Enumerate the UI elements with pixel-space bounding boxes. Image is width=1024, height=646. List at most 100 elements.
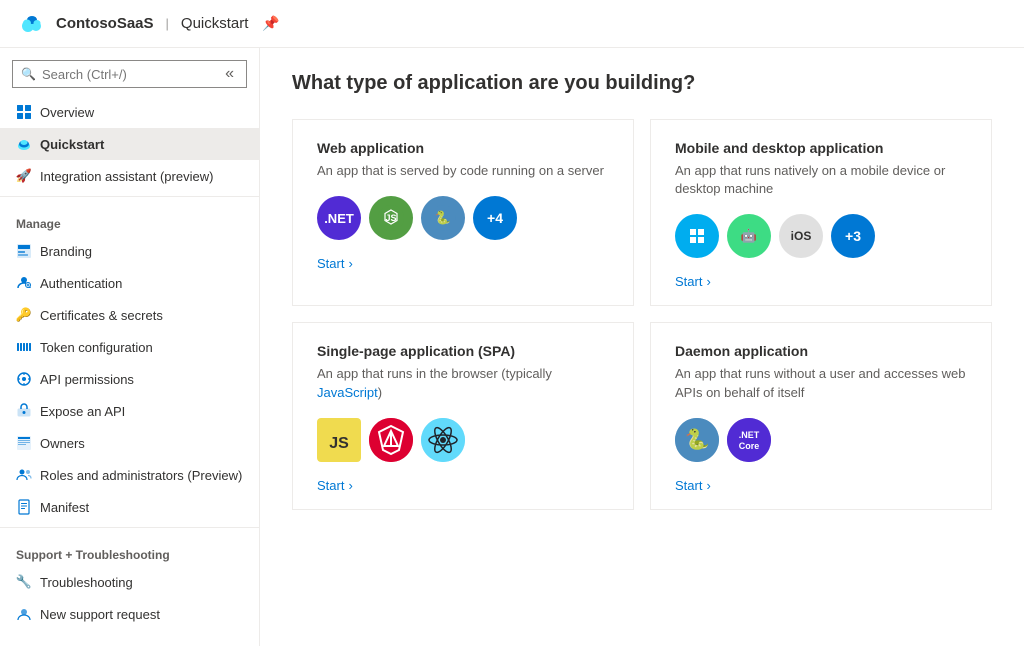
app-container: ContosoSaaS | Quickstart 📌 🔍 « (0, 0, 1024, 646)
start-chevron4: › (706, 478, 710, 493)
react-icon (421, 418, 465, 462)
sidebar-item-authentication[interactable]: Authentication (0, 267, 259, 299)
token-icon (16, 339, 32, 355)
spa-icons: JS (317, 418, 609, 462)
web-app-icons: .NET JS 🐍 (317, 196, 609, 240)
expose-api-icon (16, 403, 32, 419)
angular-icon (369, 418, 413, 462)
api-permissions-label: API permissions (40, 372, 134, 387)
daemon-python-icon: 🐍 (675, 418, 719, 462)
manifest-label: Manifest (40, 500, 89, 515)
web-app-card[interactable]: Web application An app that is served by… (292, 119, 634, 306)
integration-icon: 🚀 (16, 168, 32, 184)
dotnet-icon: .NET (317, 196, 361, 240)
dotnet-core-icon: .NET Core (727, 418, 771, 462)
owners-icon (16, 435, 32, 451)
authentication-label: Authentication (40, 276, 122, 291)
plus4-icon: +4 (473, 196, 517, 240)
search-box[interactable]: 🔍 « (12, 60, 247, 88)
svg-text:.NET: .NET (739, 430, 760, 440)
app-icon (16, 8, 48, 40)
app-name: ContosoSaaS (56, 15, 154, 32)
sidebar-item-overview[interactable]: Overview (0, 96, 259, 128)
branding-icon (16, 243, 32, 259)
support-divider (0, 527, 259, 528)
sidebar-item-branding[interactable]: Branding (0, 235, 259, 267)
quickstart-icon (16, 136, 32, 152)
mobile-desktop-start[interactable]: Start › (675, 274, 967, 289)
svg-text:Core: Core (739, 441, 760, 451)
nodejs-icon: JS (369, 196, 413, 240)
header-separator: | (166, 16, 169, 31)
svg-text:🐍: 🐍 (435, 210, 451, 225)
content-area: What type of application are you buildin… (260, 48, 1024, 646)
token-label: Token configuration (40, 340, 153, 355)
roles-label: Roles and administrators (Preview) (40, 468, 242, 483)
mobile-desktop-card[interactable]: Mobile and desktop application An app th… (650, 119, 992, 306)
svg-text:JS: JS (329, 435, 349, 452)
sidebar-item-manifest[interactable]: Manifest (0, 491, 259, 523)
windows-icon (675, 214, 719, 258)
collapse-button[interactable]: « (221, 65, 238, 83)
android-icon: 🤖 (727, 214, 771, 258)
page-title: What type of application are you buildin… (292, 72, 992, 95)
spa-card[interactable]: Single-page application (SPA) An app tha… (292, 322, 634, 509)
sidebar-item-troubleshooting[interactable]: 🔧 Troubleshooting (0, 566, 259, 598)
integration-label: Integration assistant (preview) (40, 169, 213, 184)
spa-desc: An app that runs in the browser (typical… (317, 365, 609, 401)
pin-icon[interactable]: 📌 (262, 15, 279, 32)
manifest-icon (16, 499, 32, 515)
start-chevron: › (348, 256, 352, 271)
overview-icon (16, 104, 32, 120)
header-page: Quickstart (181, 15, 249, 32)
daemon-start[interactable]: Start › (675, 478, 967, 493)
spa-title: Single-page application (SPA) (317, 343, 609, 359)
manage-divider (0, 196, 259, 197)
sidebar-item-roles[interactable]: Roles and administrators (Preview) (0, 459, 259, 491)
sidebar: 🔍 « Overview (0, 48, 260, 646)
authentication-icon (16, 275, 32, 291)
owners-label: Owners (40, 436, 85, 451)
web-app-start[interactable]: Start › (317, 256, 609, 271)
sidebar-item-quickstart[interactable]: Quickstart (0, 128, 259, 160)
search-icon: 🔍 (21, 67, 36, 81)
roles-icon (16, 467, 32, 483)
sidebar-item-integration[interactable]: 🚀 Integration assistant (preview) (0, 160, 259, 192)
expose-api-label: Expose an API (40, 404, 125, 419)
sidebar-item-certificates[interactable]: 🔑 Certificates & secrets (0, 299, 259, 331)
daemon-card[interactable]: Daemon application An app that runs with… (650, 322, 992, 509)
spa-start[interactable]: Start › (317, 478, 609, 493)
daemon-desc: An app that runs without a user and acce… (675, 365, 967, 401)
branding-label: Branding (40, 244, 92, 259)
mobile-desktop-icons: 🤖 iOS +3 (675, 214, 967, 258)
certificates-label: Certificates & secrets (40, 308, 163, 323)
top-header: ContosoSaaS | Quickstart 📌 (0, 0, 1024, 48)
plus3-icon: +3 (831, 214, 875, 258)
ios-icon: iOS (779, 214, 823, 258)
support-section-label: Support + Troubleshooting (0, 532, 259, 566)
sidebar-item-expose-api[interactable]: Expose an API (0, 395, 259, 427)
svg-text:🐍: 🐍 (685, 427, 710, 451)
daemon-title: Daemon application (675, 343, 967, 359)
certificates-icon: 🔑 (16, 307, 32, 323)
new-support-icon (16, 606, 32, 622)
js-icon: JS (317, 418, 361, 462)
daemon-icons: 🐍 .NET Core (675, 418, 967, 462)
sidebar-item-api-permissions[interactable]: API permissions (0, 363, 259, 395)
mobile-desktop-title: Mobile and desktop application (675, 140, 967, 156)
troubleshooting-icon: 🔧 (16, 574, 32, 590)
troubleshooting-label: Troubleshooting (40, 575, 133, 590)
api-permissions-icon (16, 371, 32, 387)
main-layout: 🔍 « Overview (0, 48, 1024, 646)
sidebar-item-owners[interactable]: Owners (0, 427, 259, 459)
mobile-desktop-desc: An app that runs natively on a mobile de… (675, 162, 967, 198)
svg-text:🤖: 🤖 (741, 228, 757, 243)
start-chevron2: › (706, 274, 710, 289)
sidebar-item-token[interactable]: Token configuration (0, 331, 259, 363)
overview-label: Overview (40, 105, 94, 120)
quickstart-label: Quickstart (40, 137, 104, 152)
cards-grid: Web application An app that is served by… (292, 119, 992, 510)
new-support-label: New support request (40, 607, 160, 622)
search-input[interactable] (42, 67, 215, 82)
sidebar-item-new-support[interactable]: New support request (0, 598, 259, 630)
